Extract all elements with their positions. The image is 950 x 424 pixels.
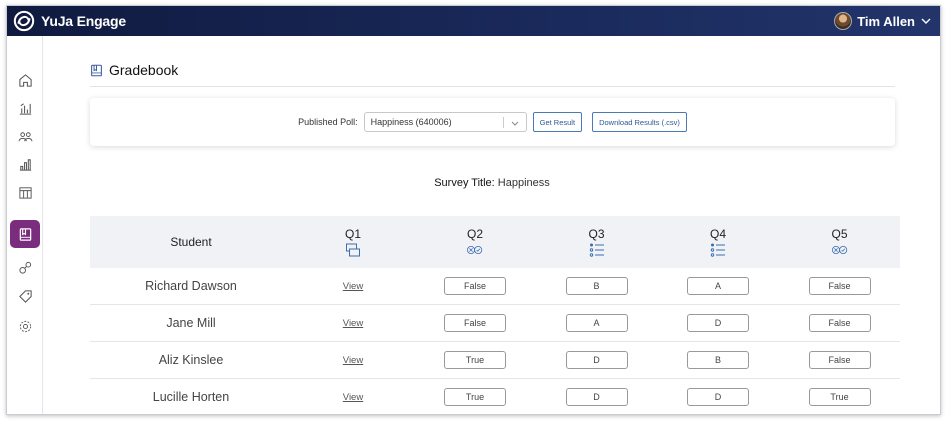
open-response-icon [346,243,360,257]
chevron-down-icon [511,121,518,126]
answer-box: B [565,277,628,295]
sidebar-item-settings[interactable] [9,312,41,340]
published-poll-label: Published Poll: [298,117,358,127]
answer-box: D [687,388,749,406]
answer-box: False [808,351,871,369]
answer-box: A [565,314,628,332]
sidebar-item-reports[interactable] [9,150,41,178]
answer-box: True [444,388,506,406]
chevron-down-icon [921,18,931,24]
view-response-link[interactable]: View [343,392,363,403]
page-title: Gradebook [90,62,178,78]
gradebook-icon [19,227,31,241]
column-header-q4: Q4 [657,216,779,268]
main-content: Gradebook Published Poll: Happiness (640… [44,36,940,414]
published-poll-value: Happiness (640006) [370,117,452,127]
table-row: Aliz Kinslee View True D B False [90,342,900,379]
settings-icon [19,320,31,332]
student-name: Lucille Horten [152,390,230,404]
integrations-icon [18,261,31,274]
sidebar-item-integrations[interactable] [9,253,41,281]
download-results-button[interactable]: Download Results (.csv) [592,112,687,132]
sidebar-item-home[interactable] [9,66,41,94]
view-response-link[interactable]: View [343,318,363,329]
avatar [834,12,853,30]
select-separator [502,117,504,128]
answer-box: A [687,277,749,295]
table-row: Richard Dawson View False B A False [90,268,900,305]
poll-selector-card: Published Poll: Happiness (640006) Get R… [90,98,895,146]
app-window: YuJa Engage Tim Allen Gradebook Publishe… [6,5,941,415]
answer-box: False [444,277,506,295]
student-name: Aliz Kinslee [158,353,224,367]
tag-icon [18,289,32,303]
column-header-q1: Q1 [292,216,414,268]
gradebook-icon [91,64,102,76]
answer-box: B [687,351,749,369]
column-header-q2: Q2 [414,216,536,268]
sidebar-item-schedule[interactable] [9,178,41,206]
get-result-button[interactable]: Get Result [532,112,583,132]
table-header: Student Q1 Q2 Q3 Q4 Q5 [90,216,900,268]
true-false-icon [467,246,483,254]
sidebar [7,36,43,414]
user-menu[interactable]: Tim Allen [834,12,932,30]
users-icon [17,131,33,141]
top-navbar: YuJa Engage Tim Allen [7,6,940,36]
sidebar-item-tags[interactable] [9,282,41,310]
column-header-q5: Q5 [779,216,900,268]
answer-box: False [444,314,506,332]
multiple-choice-icon [710,243,725,257]
multiple-choice-icon [589,243,604,257]
answer-box: False [808,314,871,332]
answer-box: D [687,314,749,332]
table-row: Jane Mill View False A D False [90,305,900,342]
sidebar-item-analytics[interactable] [9,94,41,122]
student-name: Richard Dawson [145,279,237,293]
page-title-text: Gradebook [109,62,179,78]
bar-chart-icon [19,158,31,171]
student-name: Jane Mill [166,316,216,330]
column-header-q3: Q3 [536,216,657,268]
true-false-icon [831,246,847,254]
sidebar-item-users[interactable] [9,122,41,150]
answer-box: D [565,351,628,369]
answer-box: False [808,277,871,295]
column-header-student: Student [170,235,212,249]
answer-box: True [808,388,871,406]
view-response-link[interactable]: View [343,355,363,366]
calendar-grid-icon [18,186,32,199]
survey-title-label: Survey Title: [434,177,495,189]
brand[interactable]: YuJa Engage [13,10,126,32]
gradebook-table: Student Q1 Q2 Q3 Q4 Q5 Richard Dawson Vi… [90,216,900,414]
table-row: Lucille Horten View True D D True [90,379,900,414]
yuja-logo-icon [13,10,35,32]
survey-title-value: Happiness [497,177,550,189]
survey-title: Survey Title: Happiness [44,177,940,189]
answer-box: True [444,351,506,369]
sidebar-item-gradebook[interactable] [10,220,40,248]
analytics-icon [19,102,31,115]
view-response-link[interactable]: View [343,281,363,292]
answer-box: D [565,388,628,406]
home-icon [18,73,32,87]
published-poll-select[interactable]: Happiness (640006) [363,112,527,132]
divider [90,86,895,87]
user-name: Tim Allen [857,13,915,29]
app-name: YuJa Engage [41,13,126,29]
